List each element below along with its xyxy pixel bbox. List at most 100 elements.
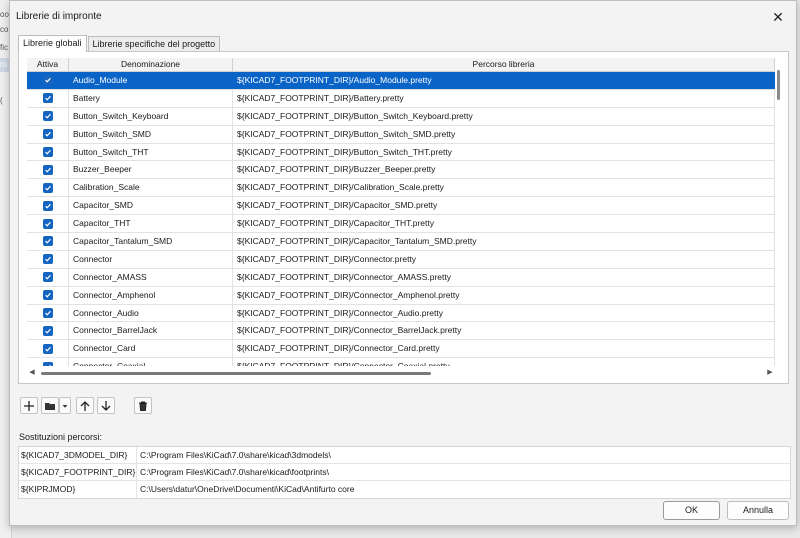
library-name-cell[interactable]: Connector bbox=[69, 250, 233, 268]
table-row[interactable]: Connector_AMASS ${KICAD7_FOOTPRINT_DIR}/C… bbox=[27, 268, 775, 287]
active-checkbox[interactable] bbox=[42, 308, 53, 319]
library-name-cell[interactable]: Audio_Module bbox=[69, 72, 233, 89]
close-button[interactable]: ✕ bbox=[768, 7, 788, 27]
active-cell[interactable] bbox=[27, 340, 69, 358]
library-name-cell[interactable]: Connector_Card bbox=[69, 340, 233, 358]
scroll-left-icon[interactable]: ◀ bbox=[27, 368, 37, 378]
active-cell[interactable] bbox=[27, 125, 69, 143]
add-library-button[interactable] bbox=[20, 397, 38, 414]
active-checkbox[interactable] bbox=[42, 236, 53, 247]
library-name-cell[interactable]: Button_Switch_SMD bbox=[69, 125, 233, 143]
table-row[interactable]: Connector_Card ${KICAD7_FOOTPRINT_DIR}/Co… bbox=[27, 340, 775, 359]
library-path-cell[interactable]: ${KICAD7_FOOTPRINT_DIR}/Capacitor_SMD.pr… bbox=[233, 197, 775, 215]
active-checkbox[interactable] bbox=[42, 325, 53, 336]
library-path-cell[interactable]: ${KICAD7_FOOTPRINT_DIR}/Connector_Amphen… bbox=[233, 286, 775, 304]
cancel-button[interactable]: Annulla bbox=[727, 501, 789, 520]
library-name-cell[interactable]: Battery bbox=[69, 89, 233, 107]
library-path-cell[interactable]: ${KICAD7_FOOTPRINT_DIR}/Battery.pretty bbox=[233, 89, 775, 107]
library-path-cell[interactable]: ${KICAD7_FOOTPRINT_DIR}/Connector_AMASS.… bbox=[233, 268, 775, 286]
substitution-value[interactable]: C:\Program Files\KiCad\7.0\share\kicad\3… bbox=[137, 447, 790, 463]
library-name-cell[interactable]: Calibration_Scale bbox=[69, 179, 233, 197]
active-checkbox[interactable] bbox=[42, 129, 53, 140]
library-name-cell[interactable]: Button_Switch_THT bbox=[69, 143, 233, 161]
active-checkbox[interactable] bbox=[42, 164, 53, 175]
tab-project-libraries[interactable]: Librerie specifiche del progetto bbox=[87, 36, 221, 51]
column-header-active[interactable]: Attiva bbox=[27, 58, 69, 72]
active-cell[interactable] bbox=[27, 179, 69, 197]
substitution-variable[interactable]: ${KIPRJMOD} bbox=[19, 481, 137, 498]
library-path-cell[interactable]: ${KICAD7_FOOTPRINT_DIR}/Connector_Card.p… bbox=[233, 340, 775, 358]
table-row[interactable]: Connector_Amphenol ${KICAD7_FOOTPRINT_DIR… bbox=[27, 286, 775, 305]
library-path-cell[interactable]: ${KICAD7_FOOTPRINT_DIR}/Calibration_Scal… bbox=[233, 179, 775, 197]
move-up-button[interactable] bbox=[76, 397, 94, 414]
library-path-cell[interactable]: ${KICAD7_FOOTPRINT_DIR}/Button_Switch_TH… bbox=[233, 143, 775, 161]
library-name-cell[interactable]: Capacitor_Tantalum_SMD bbox=[69, 233, 233, 250]
folder-dropdown-button[interactable] bbox=[59, 397, 71, 414]
scroll-thumb[interactable] bbox=[777, 70, 780, 100]
active-cell[interactable] bbox=[27, 250, 69, 268]
active-checkbox[interactable] bbox=[42, 182, 53, 193]
table-row[interactable]: Connector_Coaxial${KICAD7_FOOTPRINT_DIR}… bbox=[27, 358, 775, 366]
library-path-cell[interactable]: ${KICAD7_FOOTPRINT_DIR}/Connector_Barrel… bbox=[233, 322, 775, 340]
table-row[interactable]: Button_Switch_SMD ${KICAD7_FOOTPRINT_DIR}… bbox=[27, 125, 775, 144]
library-path-cell[interactable]: ${KICAD7_FOOTPRINT_DIR}/Connector_Coaxia… bbox=[233, 358, 775, 366]
library-name-cell[interactable]: Connector_Coaxial bbox=[69, 358, 233, 366]
library-name-cell[interactable]: Buzzer_Beeper bbox=[69, 161, 233, 179]
active-checkbox[interactable] bbox=[42, 93, 53, 104]
library-path-cell[interactable]: ${KICAD7_FOOTPRINT_DIR}/Capacitor_Tantal… bbox=[233, 233, 775, 250]
table-row[interactable]: Buzzer_Beeper ${KICAD7_FOOTPRINT_DIR}/Buz… bbox=[27, 161, 775, 180]
active-checkbox[interactable] bbox=[42, 75, 53, 86]
substitution-variable[interactable]: ${KICAD7_3DMODEL_DIR} bbox=[19, 447, 137, 463]
tab-global-libraries[interactable]: Librerie globali bbox=[18, 35, 87, 52]
substitution-row[interactable]: ${KIPRJMOD} C:\Users\datur\OneDrive\Docum… bbox=[19, 481, 790, 498]
active-cell[interactable] bbox=[27, 197, 69, 215]
active-cell[interactable] bbox=[27, 322, 69, 340]
table-row[interactable]: Calibration_Scale ${KICAD7_FOOTPRINT_DIR}… bbox=[27, 179, 775, 198]
horizontal-scrollbar[interactable]: ◀ ▶ bbox=[27, 368, 775, 378]
table-row[interactable]: Capacitor_Tantalum_SMD ${KICAD7_FOOTPRINT… bbox=[27, 233, 775, 251]
active-checkbox[interactable] bbox=[42, 218, 53, 229]
table-row[interactable]: Connector_Audio ${KICAD7_FOOTPRINT_DIR}/C… bbox=[27, 304, 775, 323]
library-name-cell[interactable]: Connector_AMASS bbox=[69, 268, 233, 286]
active-checkbox[interactable] bbox=[42, 200, 53, 211]
library-name-cell[interactable]: Connector_Amphenol bbox=[69, 286, 233, 304]
active-cell[interactable] bbox=[27, 304, 69, 322]
active-cell[interactable] bbox=[27, 72, 69, 89]
table-row[interactable]: Button_Switch_Keyboard ${KICAD7_FOOTPRINT… bbox=[27, 107, 775, 126]
active-checkbox[interactable] bbox=[42, 361, 53, 366]
scroll-right-icon[interactable]: ▶ bbox=[765, 368, 775, 378]
active-cell[interactable] bbox=[27, 286, 69, 304]
active-cell[interactable] bbox=[27, 107, 69, 125]
active-checkbox[interactable] bbox=[42, 111, 53, 122]
substitution-variable[interactable]: ${KICAD7_FOOTPRINT_DIR} bbox=[19, 464, 137, 480]
vertical-scrollbar[interactable] bbox=[774, 66, 784, 366]
scroll-thumb[interactable] bbox=[41, 372, 431, 375]
substitution-row[interactable]: ${KICAD7_FOOTPRINT_DIR} C:\Program Files\… bbox=[19, 464, 790, 481]
table-row[interactable]: Battery ${KICAD7_FOOTPRINT_DIR}/Battery.p… bbox=[27, 89, 775, 108]
substitution-value[interactable]: C:\Users\datur\OneDrive\Documenti\KiCad\… bbox=[137, 481, 790, 498]
library-name-cell[interactable]: Connector_Audio bbox=[69, 304, 233, 322]
browse-folder-button[interactable] bbox=[41, 397, 59, 414]
library-name-cell[interactable]: Button_Switch_Keyboard bbox=[69, 107, 233, 125]
active-checkbox[interactable] bbox=[42, 290, 53, 301]
table-row[interactable]: Connector_BarrelJack ${KICAD7_FOOTPRINT_D… bbox=[27, 322, 775, 341]
library-path-cell[interactable]: ${KICAD7_FOOTPRINT_DIR}/Capacitor_THT.pr… bbox=[233, 215, 775, 233]
library-path-cell[interactable]: ${KICAD7_FOOTPRINT_DIR}/Button_Switch_SM… bbox=[233, 125, 775, 143]
library-path-cell[interactable]: ${KICAD7_FOOTPRINT_DIR}/Audio_Module.pre… bbox=[233, 72, 775, 89]
active-checkbox[interactable] bbox=[42, 147, 53, 157]
library-path-cell[interactable]: ${KICAD7_FOOTPRINT_DIR}/Buzzer_Beeper.pr… bbox=[233, 161, 775, 179]
table-row[interactable]: Button_Switch_THT ${KICAD7_FOOTPRINT_DIR}… bbox=[27, 143, 775, 162]
active-cell[interactable] bbox=[27, 143, 69, 161]
active-checkbox[interactable] bbox=[42, 343, 53, 354]
table-row[interactable]: Audio_Module ${KICAD7_FOOTPRINT_DIR}/Audi… bbox=[27, 72, 775, 90]
active-cell[interactable] bbox=[27, 89, 69, 107]
ok-button[interactable]: OK bbox=[663, 501, 720, 520]
active-cell[interactable] bbox=[27, 233, 69, 250]
table-row[interactable]: Connector ${KICAD7_FOOTPRINT_DIR}/Connect… bbox=[27, 250, 775, 269]
substitution-row[interactable]: ${KICAD7_3DMODEL_DIR} C:\Program Files\Ki… bbox=[19, 447, 790, 464]
active-checkbox[interactable] bbox=[42, 272, 53, 283]
library-name-cell[interactable]: Connector_BarrelJack bbox=[69, 322, 233, 340]
library-path-cell[interactable]: ${KICAD7_FOOTPRINT_DIR}/Connector_Audio.… bbox=[233, 304, 775, 322]
substitution-value[interactable]: C:\Program Files\KiCad\7.0\share\kicad\f… bbox=[137, 464, 790, 480]
library-path-cell[interactable]: ${KICAD7_FOOTPRINT_DIR}/Button_Switch_Ke… bbox=[233, 107, 775, 125]
